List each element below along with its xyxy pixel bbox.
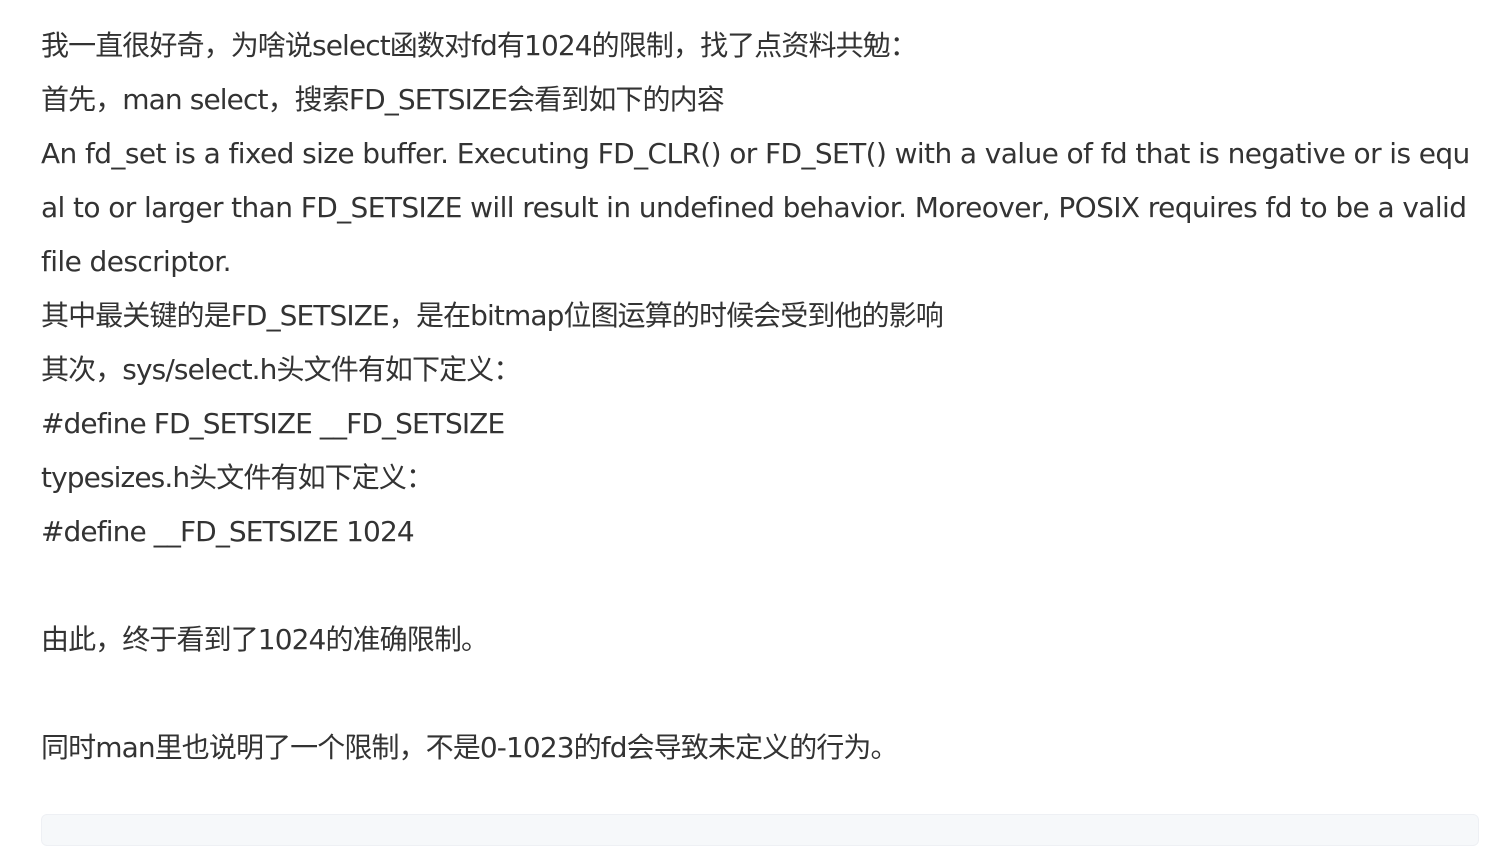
man-select-line: 首先，man select，搜索FD_SETSIZE会看到如下的内容 bbox=[41, 83, 725, 116]
conclusion-line: 由此，终于看到了1024的准确限制。 bbox=[41, 623, 489, 656]
undefined-behavior-line: 同时man里也说明了一个限制，不是0-1023的fd会导致未定义的行为。 bbox=[41, 731, 898, 764]
intro-line: 我一直很好奇，为啥说select函数对fd有1024的限制，找了点资料共勉： bbox=[41, 29, 918, 62]
article-body: 我一直很好奇，为啥说select函数对fd有1024的限制，找了点资料共勉： 首… bbox=[41, 19, 1481, 775]
define-fd-setsize-line: #define FD_SETSIZE __FD_SETSIZE bbox=[41, 407, 505, 440]
key-point-line: 其中最关键的是FD_SETSIZE，是在bitmap位图运算的时候会受到他的影响 bbox=[41, 299, 944, 332]
typesizes-header-line: typesizes.h头文件有如下定义： bbox=[41, 461, 434, 494]
man-page-quote: An fd_set is a fixed size buffer. Execut… bbox=[41, 137, 1470, 278]
sys-select-header-line: 其次，sys/select.h头文件有如下定义： bbox=[41, 353, 521, 386]
define-fd-setsize-value-line: #define __FD_SETSIZE 1024 bbox=[41, 515, 415, 548]
code-block bbox=[41, 814, 1479, 846]
